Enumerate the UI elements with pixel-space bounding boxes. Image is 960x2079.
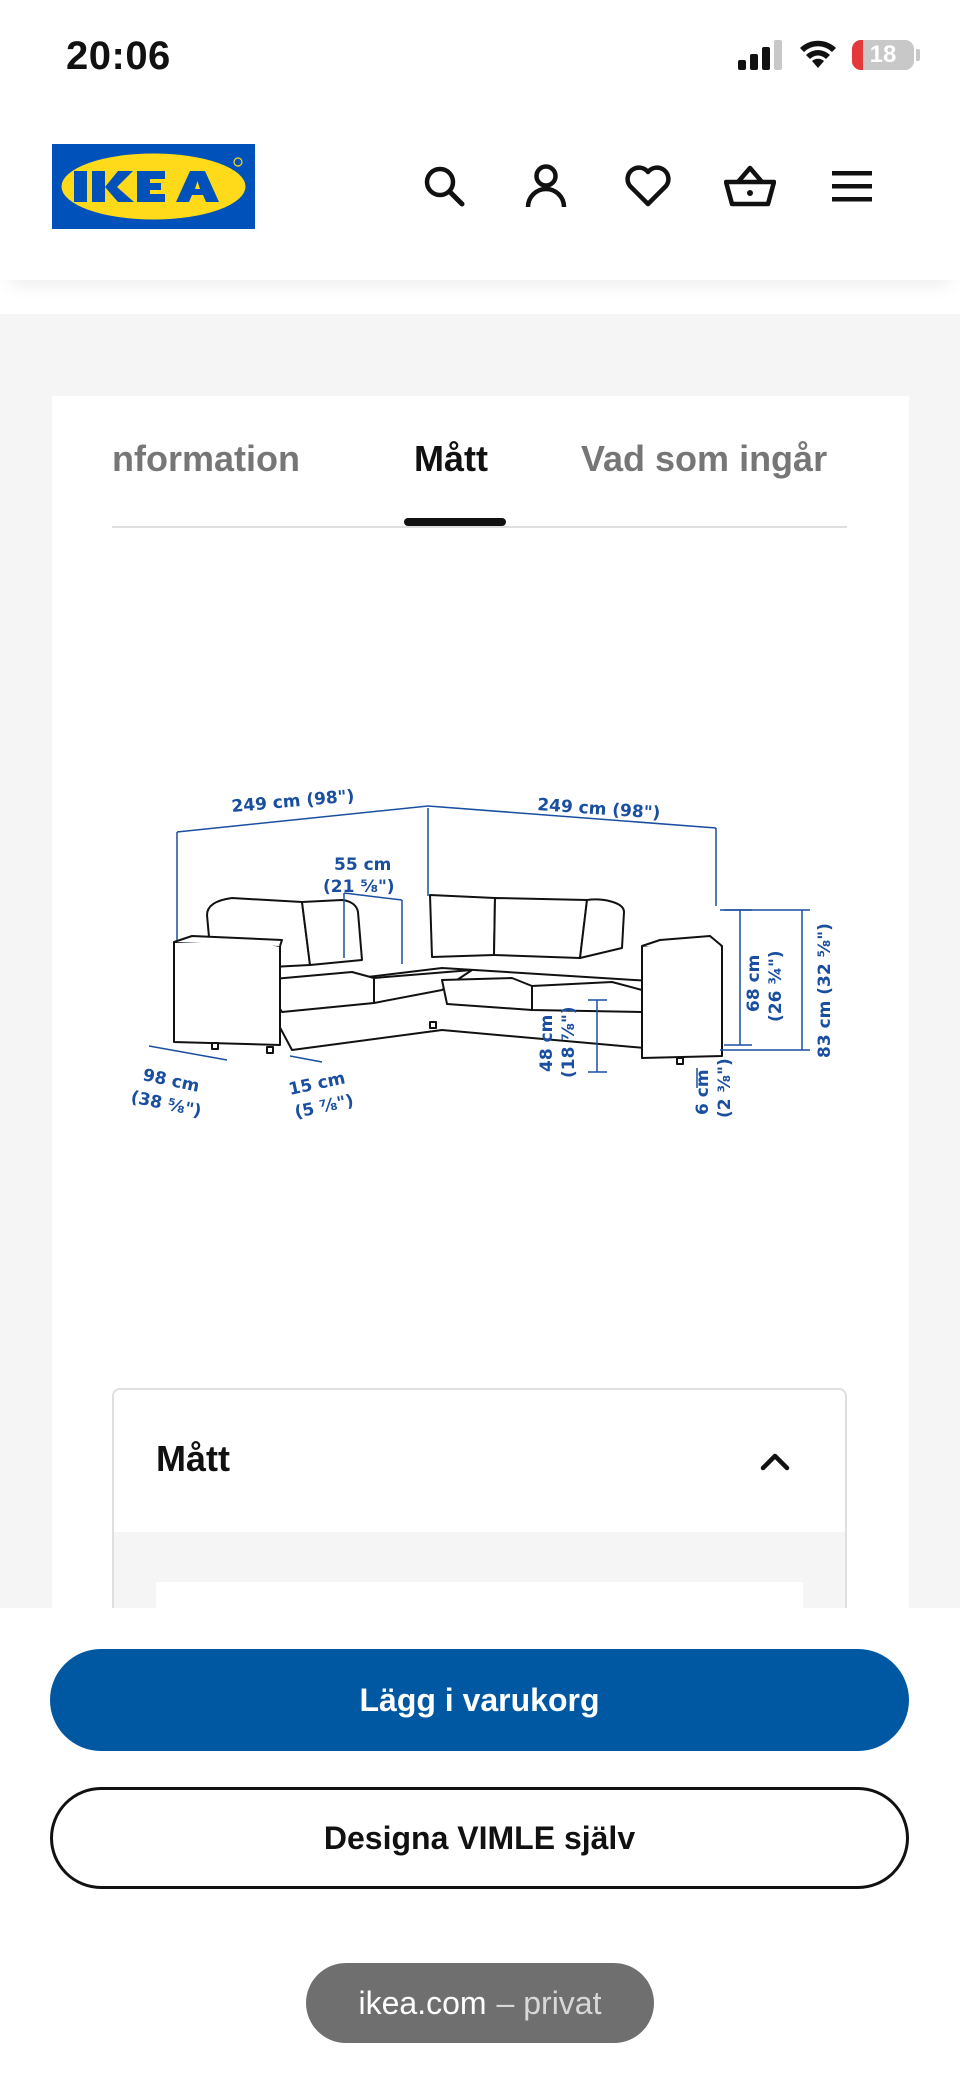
dimensions-accordion: Mått	[112, 1388, 847, 1628]
header-icons	[418, 160, 878, 212]
sofa-dimension-diagram: 249 cm (98") 249 cm (98") 55 cm (21 ⅝") …	[129, 786, 835, 1123]
label-leg-height-2: (2 ⅜")	[715, 1058, 735, 1118]
basket-icon[interactable]	[724, 160, 776, 212]
label-arm-height-2: (26 ¾")	[766, 950, 786, 1022]
account-icon[interactable]	[520, 160, 572, 212]
battery-indicator: 18	[852, 40, 914, 70]
status-time: 20:06	[66, 34, 171, 78]
label-arm-height-1: 68 cm	[744, 955, 764, 1012]
status-bar: 20:06 18	[0, 0, 960, 120]
label-seat-height-2: (18 ⅞")	[559, 1006, 579, 1078]
signal-icon	[738, 40, 782, 70]
label-seat-height-1: 48 cm	[537, 1015, 557, 1072]
label-leg-height-1: 6 cm	[693, 1069, 713, 1115]
label-seat-depth-2: (21 ⅝")	[323, 877, 395, 897]
battery-level: 18	[869, 41, 897, 68]
heart-icon[interactable]	[622, 160, 674, 212]
site-header	[0, 120, 960, 280]
ikea-logo[interactable]	[52, 144, 255, 229]
sofa-drawing	[173, 894, 723, 1065]
product-tabs: information Mått Vad som ingår	[112, 432, 847, 528]
chevron-up-icon[interactable]	[757, 1444, 793, 1480]
menu-icon[interactable]	[826, 160, 878, 212]
accordion-title: Mått	[156, 1438, 230, 1479]
add-to-cart-button[interactable]: Lägg i varukorg	[50, 1649, 909, 1751]
label-width-right: 249 cm (98")	[537, 795, 661, 824]
url-domain: ikea.com	[358, 1984, 487, 2021]
battery-tip	[916, 49, 920, 61]
wifi-icon	[800, 40, 836, 68]
status-icons: 18	[738, 40, 920, 70]
url-private-label: – privat	[496, 1984, 602, 2021]
label-width-left: 249 cm (98")	[231, 786, 355, 817]
browser-url-pill[interactable]: ikea.com – privat	[306, 1963, 654, 2043]
tab-product-information[interactable]: information	[112, 438, 300, 480]
active-tab-indicator	[404, 518, 506, 526]
tab-dimensions[interactable]: Mått	[414, 438, 488, 480]
search-icon[interactable]	[418, 160, 470, 212]
tab-whats-included[interactable]: Vad som ingår	[581, 438, 827, 480]
design-yourself-button[interactable]: Designa VIMLE själv	[50, 1787, 909, 1889]
label-total-height: 83 cm (32 ⅝")	[815, 923, 835, 1058]
accordion-header[interactable]: Mått	[114, 1390, 845, 1532]
label-seat-depth-1: 55 cm	[334, 855, 391, 875]
